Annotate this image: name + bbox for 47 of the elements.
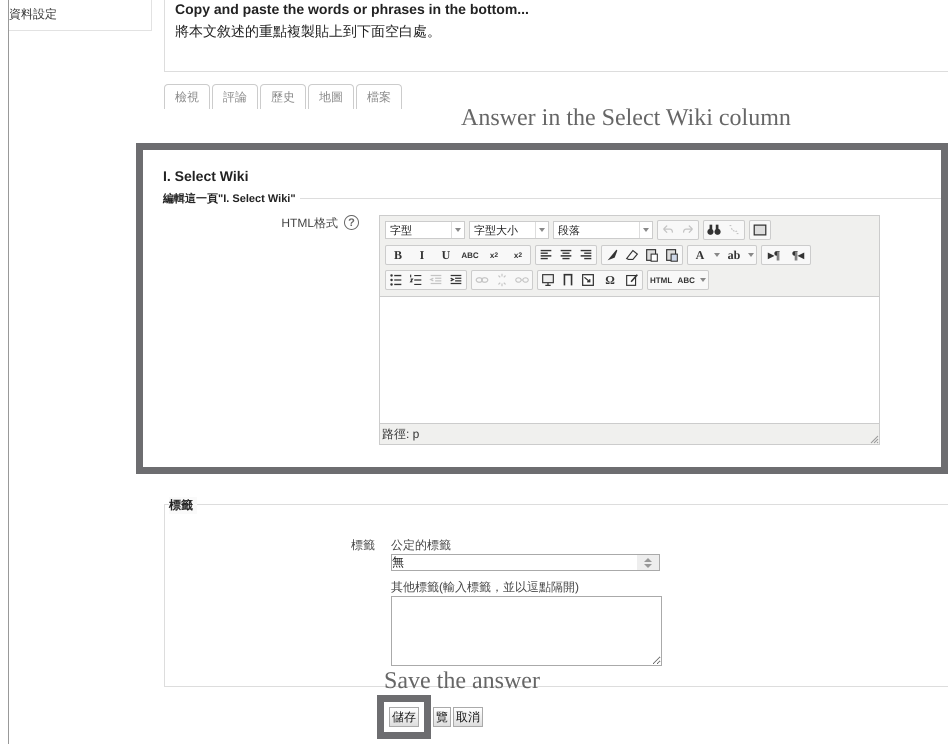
field-label: 標籤 — [351, 537, 375, 554]
tags-input-field[interactable] — [391, 596, 662, 666]
toolbar-button[interactable]: B — [386, 246, 410, 264]
format-select[interactable]: 字型大小 — [469, 221, 549, 239]
edit-sheet-icon — [624, 272, 640, 288]
toolbar-button[interactable]: Ω — [598, 271, 622, 289]
resize-grip-icon[interactable] — [869, 434, 879, 444]
toolbar-button[interactable]: I — [410, 246, 434, 264]
spinner-icon — [644, 556, 652, 568]
toolbar-button[interactable]: A — [688, 246, 712, 264]
field-label: 公定的標籤 — [391, 537, 452, 554]
numbered-list-icon — [408, 272, 424, 288]
annotation-text: Answer in the Select Wiki column — [461, 105, 791, 131]
toolbar-button[interactable]: ABC — [674, 271, 698, 289]
toolbar-button[interactable]: ¶◂ — [786, 246, 810, 264]
form-button[interactable]: 儲存 — [389, 707, 419, 727]
bullet-list-icon — [388, 272, 404, 288]
toolbar-button[interactable]: HTML — [648, 271, 674, 289]
section-title: I. Select Wiki — [163, 168, 248, 184]
field-label: HTML格式 — [281, 215, 338, 232]
instruction-text: 將本文敘述的重點複製貼上到下面空白處。 — [175, 23, 442, 41]
sidebar-item[interactable]: 資料設定 — [9, 0, 152, 31]
format-select[interactable]: 字型 — [385, 221, 465, 239]
field-label: 其他標籤(輸入標籤，並以逗點隔開) — [391, 579, 580, 596]
fieldset-legend: 編輯這一頁"I. Select Wiki" — [163, 191, 300, 206]
format-select[interactable]: 段落 — [553, 221, 653, 239]
form-button[interactable]: 取消 — [453, 707, 483, 727]
paste-document-icon — [664, 247, 680, 263]
tab[interactable]: 歷史 — [260, 84, 306, 109]
toolbar-button[interactable]: ▸¶ — [762, 246, 786, 264]
fieldset-legend: 標籤 — [169, 497, 197, 514]
tab[interactable]: 地圖 — [308, 84, 354, 109]
toolbar-button[interactable]: ab — [722, 246, 746, 264]
form-button[interactable]: 覽 — [433, 707, 451, 727]
toolbar-button[interactable]: U — [434, 246, 458, 264]
tab[interactable]: 檢視 — [164, 84, 210, 109]
toolbar-button[interactable]: ABC — [458, 246, 482, 264]
tab[interactable]: 檔案 — [356, 84, 402, 109]
instruction-heading: Copy and paste the words or phrases in the bottom... — [175, 1, 530, 17]
tab[interactable]: 評論 — [212, 84, 258, 109]
binoculars-icon — [706, 222, 722, 238]
tag-select[interactable]: 無 — [391, 554, 660, 571]
editor-path: 路徑: p — [382, 426, 420, 442]
help-icon[interactable]: ? — [344, 215, 359, 230]
eraser-icon — [624, 247, 640, 263]
annotation-text: Save the answer — [384, 668, 540, 694]
paste-text-icon — [644, 247, 660, 263]
